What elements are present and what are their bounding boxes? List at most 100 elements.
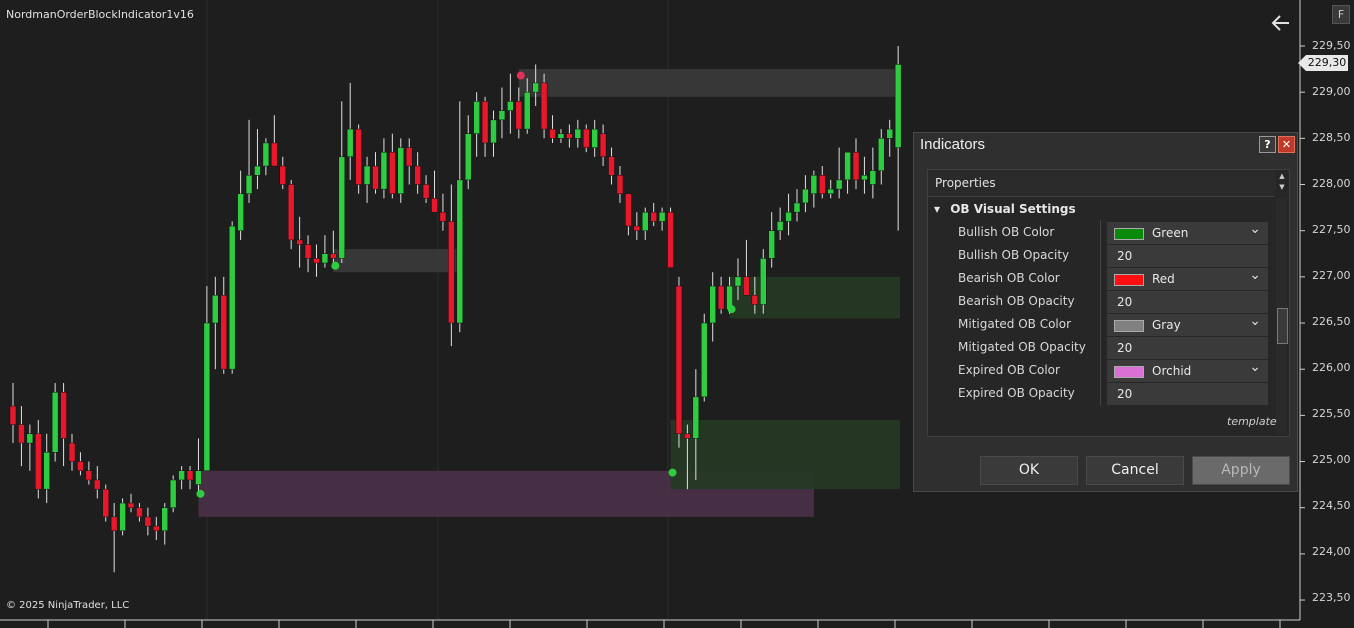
- candle-body: [144, 516, 152, 527]
- candle-body: [802, 188, 809, 204]
- dialog-title: Indicators: [920, 136, 986, 153]
- candle-body: [271, 142, 278, 167]
- candle-body: [169, 479, 177, 508]
- candle-body: [844, 151, 851, 181]
- candle-body: [793, 202, 801, 213]
- property-value: Green: [1152, 226, 1189, 240]
- candle-body: [220, 295, 227, 370]
- candle-body: [77, 461, 84, 471]
- chevron-down-icon[interactable]: ⌄: [1249, 265, 1261, 285]
- candle-body: [785, 211, 792, 222]
- cancel-button[interactable]: Cancel: [1086, 456, 1184, 485]
- apply-button[interactable]: Apply: [1192, 456, 1290, 485]
- candle-body: [414, 165, 421, 185]
- properties-scrollbar[interactable]: [1276, 198, 1288, 434]
- candle-body: [195, 470, 202, 485]
- candle-body: [852, 151, 860, 181]
- property-label: Mitigated OB Color: [958, 317, 1072, 331]
- signal-dot: [727, 305, 736, 314]
- candle-body: [119, 502, 126, 531]
- candle-body: [313, 258, 320, 264]
- candle-body: [338, 156, 346, 259]
- candle-body: [540, 82, 548, 130]
- candle-body: [26, 433, 34, 444]
- price-tick-label: 225,00: [1312, 453, 1351, 466]
- candle-body: [380, 151, 388, 190]
- price-tick-label: 226,50: [1312, 315, 1351, 328]
- candle-body: [768, 230, 775, 259]
- color-dropdown[interactable]: Red ⌄: [1107, 265, 1268, 290]
- candle-body: [760, 258, 767, 305]
- candle-body: [667, 211, 674, 268]
- candle-body: [709, 285, 716, 324]
- color-swatch: [1114, 320, 1144, 332]
- color-swatch: [1114, 366, 1144, 378]
- candle-body: [523, 91, 531, 130]
- price-tick-label: 227,50: [1312, 223, 1351, 236]
- chevron-down-icon[interactable]: ⌄: [1249, 219, 1261, 239]
- candle-body: [717, 285, 725, 310]
- candle-body: [127, 502, 135, 508]
- color-swatch: [1114, 274, 1144, 286]
- candle-body: [835, 179, 843, 190]
- sort-arrows-icon[interactable]: ▲ ▼: [1277, 171, 1287, 195]
- color-dropdown[interactable]: Gray ⌄: [1107, 311, 1268, 336]
- ok-button[interactable]: OK: [980, 456, 1078, 485]
- candle-body: [490, 119, 497, 144]
- property-label: Expired OB Opacity: [958, 386, 1075, 400]
- property-value: 20: [1117, 295, 1133, 309]
- property-label: Bullish OB Opacity: [958, 248, 1070, 262]
- signal-dot: [668, 468, 677, 477]
- help-button[interactable]: ?: [1259, 136, 1276, 153]
- collapse-triangle-icon[interactable]: ▾: [934, 202, 940, 216]
- color-dropdown[interactable]: Orchid ⌄: [1107, 357, 1268, 382]
- mitigated-order-block: [518, 69, 900, 97]
- candle-body: [346, 128, 354, 158]
- property-value: 20: [1117, 387, 1133, 401]
- candle-body: [203, 322, 211, 471]
- category-ob-visual-settings[interactable]: ▾ OB Visual Settings: [934, 202, 1076, 216]
- candle-body: [110, 516, 118, 532]
- chevron-down-icon[interactable]: ⌄: [1249, 357, 1261, 377]
- candle-body: [363, 165, 371, 185]
- chart-f-button[interactable]: F: [1332, 5, 1350, 24]
- candle-body: [507, 101, 514, 111]
- property-label: Bearish OB Opacity: [958, 294, 1075, 308]
- template-link[interactable]: template: [1227, 415, 1277, 428]
- price-tick-label: 228,00: [1312, 177, 1351, 190]
- candle-body: [355, 128, 362, 185]
- candle-body: [642, 211, 649, 231]
- candle-body: [94, 479, 101, 490]
- price-tick-label: 223,50: [1312, 591, 1351, 604]
- price-tick-label: 226,00: [1312, 361, 1351, 374]
- back-arrow-icon[interactable]: [1268, 10, 1294, 36]
- candle-body: [178, 470, 185, 481]
- chevron-down-icon[interactable]: ⌄: [1249, 311, 1261, 331]
- property-label: Expired OB Color: [958, 363, 1060, 377]
- candle-body: [869, 170, 877, 185]
- candle-body: [861, 175, 868, 181]
- candle-body: [625, 193, 632, 227]
- property-label: Bullish OB Color: [958, 225, 1055, 239]
- opacity-input[interactable]: 20: [1107, 383, 1268, 405]
- candle-body: [456, 179, 464, 324]
- opacity-input[interactable]: 20: [1107, 245, 1268, 267]
- candle-body: [633, 225, 641, 231]
- candle-body: [161, 507, 168, 531]
- color-swatch: [1114, 228, 1144, 240]
- candle-body: [18, 424, 25, 444]
- candle-body: [751, 295, 759, 305]
- color-dropdown[interactable]: Green ⌄: [1107, 219, 1268, 244]
- signal-dot: [196, 489, 205, 498]
- candle-body: [35, 433, 42, 490]
- candle-body: [684, 433, 691, 439]
- candle-body: [422, 184, 430, 199]
- property-label: Bearish OB Color: [958, 271, 1060, 285]
- scrollbar-thumb[interactable]: [1277, 308, 1288, 344]
- close-button[interactable]: ✕: [1278, 136, 1295, 153]
- signal-dot: [331, 261, 340, 270]
- opacity-input[interactable]: 20: [1107, 291, 1268, 313]
- opacity-input[interactable]: 20: [1107, 337, 1268, 359]
- candle-body: [405, 147, 413, 167]
- candle-body: [894, 64, 902, 148]
